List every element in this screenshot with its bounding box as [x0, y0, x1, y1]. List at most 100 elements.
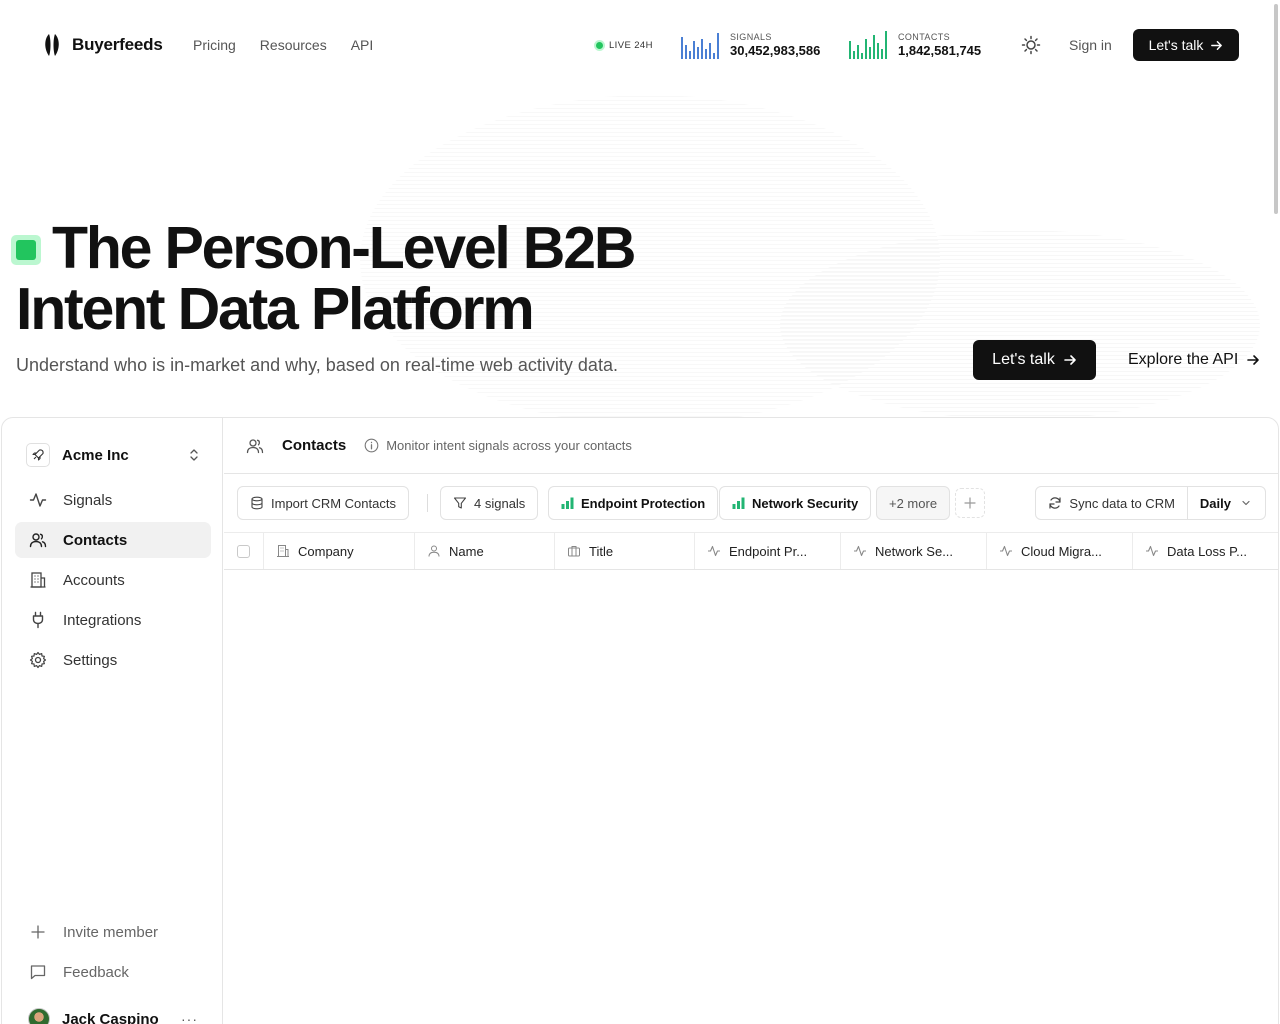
hero-cta-label: Let's talk [992, 351, 1055, 368]
lets-talk-button-header[interactable]: Let's talk [1133, 29, 1239, 61]
sidebar-item-label: Settings [63, 651, 118, 669]
sidebar-item-label: Signals [63, 491, 113, 509]
explore-api-label: Explore the API [1128, 351, 1239, 368]
filter-chip-endpoint-protection[interactable]: Endpoint Protection [548, 486, 719, 520]
sidebar-item-signals[interactable]: Signals [15, 482, 211, 518]
feedback-button[interactable]: Feedback [15, 954, 211, 990]
page-scrollbar[interactable] [1274, 4, 1278, 214]
column-header-company[interactable]: Company [264, 533, 415, 569]
contacts-value: 1,842,581,745 [898, 43, 982, 58]
site-header: Buyerfeeds Pricing Resources API LIVE 24… [0, 0, 1280, 90]
feedback-label: Feedback [63, 963, 129, 981]
signals-value: 30,452,983,586 [730, 43, 821, 58]
user-name: Jack Caspino [62, 1010, 159, 1024]
avatar [28, 1008, 50, 1024]
info-icon [364, 438, 379, 453]
nav-link-resources[interactable]: Resources [260, 37, 327, 53]
app-main: Contacts Monitor intent signals across y… [224, 418, 1278, 1024]
sidebar-item-label: Integrations [63, 611, 142, 629]
nav-link-api[interactable]: API [351, 37, 374, 53]
column-header-data-loss-prevention[interactable]: Data Loss P... [1133, 533, 1278, 569]
column-header-title[interactable]: Title [555, 533, 695, 569]
sidebar-item-integrations[interactable]: Integrations [15, 602, 211, 638]
chevron-up-down-icon [190, 449, 198, 461]
sync-to-crm-button[interactable]: Sync data to CRM [1036, 487, 1188, 519]
nav-link-pricing[interactable]: Pricing [193, 37, 236, 53]
sign-in-link[interactable]: Sign in [1069, 37, 1112, 53]
sidebar-item-accounts[interactable]: Accounts [15, 562, 211, 598]
plus-icon [964, 497, 976, 509]
org-name: Acme Inc [62, 446, 129, 464]
more-filters-button[interactable]: +2 more [876, 486, 951, 520]
message-square-icon [30, 965, 46, 980]
toolbar-divider [427, 494, 428, 512]
signals-filter-button[interactable]: 4 signals [440, 486, 539, 520]
hero-title-line1: The Person-Level B2B [52, 215, 636, 281]
invite-member-button[interactable]: Invite member [15, 914, 211, 950]
activity-icon [1146, 545, 1158, 557]
page-title: Contacts [282, 437, 347, 454]
user-icon [428, 545, 440, 557]
contacts-label: CONTACTS [898, 32, 951, 42]
contacts-toolbar: Import CRM Contacts 4 signals Endpoint P… [237, 486, 1266, 520]
hero-background-pattern-secondary [780, 230, 1260, 420]
sun-icon [1021, 35, 1041, 55]
buyerfeeds-logo-icon [45, 34, 59, 56]
column-header-label: Company [298, 543, 354, 559]
brand-name: Buyerfeeds [72, 35, 163, 54]
page-header: Contacts Monitor intent signals across y… [224, 418, 1278, 474]
hero-title: The Person-Level B2B Intent Data Platfor… [16, 215, 636, 340]
contacts-stat: CONTACTS 1,842,581,745 [848, 31, 981, 59]
app-sidebar: Acme Inc Signals Contacts Accounts Integ… [2, 418, 223, 1024]
sync-to-crm-label: Sync data to CRM [1069, 495, 1175, 511]
signals-filter-label: 4 signals [474, 495, 526, 511]
live-dot-icon [596, 42, 603, 49]
column-header-network-security[interactable]: Network Se... [841, 533, 987, 569]
filter-icon [453, 497, 467, 509]
gear-icon [29, 651, 47, 669]
theme-toggle-button[interactable] [1020, 34, 1042, 56]
arrow-right-icon [1064, 355, 1076, 365]
database-icon [251, 496, 263, 510]
column-header-endpoint-protection[interactable]: Endpoint Pr... [695, 533, 841, 569]
org-switcher[interactable]: Acme Inc [26, 442, 200, 468]
activity-icon [708, 545, 720, 557]
sync-frequency-select[interactable]: Daily [1188, 487, 1265, 519]
sidebar-nav: Signals Contacts Accounts Integrations S… [15, 482, 211, 682]
user-menu[interactable]: Jack Caspino ··· [28, 1008, 198, 1024]
column-header-cloud-migration[interactable]: Cloud Migra... [987, 533, 1133, 569]
filter-chip-network-security[interactable]: Network Security [719, 486, 872, 520]
column-header-name[interactable]: Name [415, 533, 555, 569]
import-crm-label: Import CRM Contacts [271, 495, 396, 511]
sync-frequency-value: Daily [1199, 495, 1231, 511]
filter-chip-label: Network Security [752, 495, 859, 511]
invite-member-label: Invite member [63, 923, 159, 941]
import-crm-contacts-button[interactable]: Import CRM Contacts [237, 486, 409, 520]
explore-api-link[interactable]: Explore the API [1128, 351, 1260, 369]
column-header-label: Title [589, 543, 614, 559]
briefcase-icon [568, 546, 580, 557]
building-icon [277, 545, 289, 557]
sidebar-item-label: Contacts [63, 531, 128, 549]
sync-controls: Sync data to CRM Daily [1035, 486, 1266, 520]
sidebar-item-contacts[interactable]: Contacts [15, 522, 211, 558]
app-preview-panel: Acme Inc Signals Contacts Accounts Integ… [1, 417, 1279, 1024]
building-icon [30, 572, 46, 588]
signals-label: SIGNALS [730, 32, 772, 42]
sidebar-bottom: Invite member Feedback [15, 914, 211, 994]
add-filter-button[interactable] [955, 488, 985, 518]
activity-icon [1000, 545, 1012, 557]
refresh-icon [1049, 497, 1062, 509]
arrow-right-icon [1247, 355, 1260, 365]
signal-bars-icon [732, 497, 745, 509]
page-description-text: Monitor intent signals across your conta… [386, 438, 632, 453]
column-header-label: Endpoint Pr... [729, 543, 808, 559]
signal-bars-icon [561, 497, 574, 509]
more-horizontal-icon[interactable]: ··· [181, 1011, 198, 1024]
column-header-label: Network Se... [875, 543, 954, 559]
select-all-checkbox[interactable] [237, 544, 250, 558]
brand-logo[interactable]: Buyerfeeds [42, 33, 163, 57]
lets-talk-button-hero[interactable]: Let's talk [973, 340, 1096, 380]
sidebar-item-settings[interactable]: Settings [15, 642, 211, 678]
contacts-sparkline [849, 31, 887, 59]
